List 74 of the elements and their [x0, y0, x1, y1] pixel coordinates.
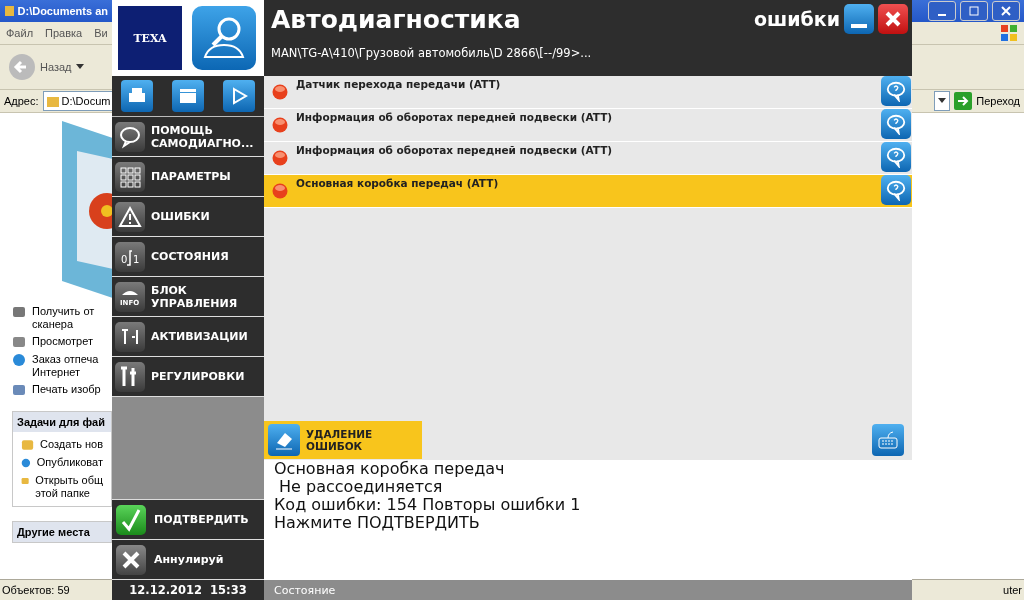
- menu-item[interactable]: Файл: [6, 27, 34, 39]
- address-field[interactable]: D:\Docum: [42, 91, 112, 111]
- tools-icon: [115, 361, 145, 392]
- warning-lamp-icon: [272, 84, 288, 100]
- minimize-icon: [851, 24, 867, 28]
- task-link[interactable]: Печать изобр: [32, 383, 101, 396]
- task-link[interactable]: Заказ отпеча Интернет: [32, 353, 99, 379]
- keyboard-button[interactable]: [872, 424, 904, 456]
- play-button[interactable]: [222, 80, 255, 112]
- help-button[interactable]: [881, 142, 911, 172]
- task-link[interactable]: Просмотрет: [32, 335, 94, 348]
- close-icon: [884, 10, 902, 28]
- task-link[interactable]: Создать нов: [40, 438, 103, 451]
- menu-item[interactable]: Правка: [45, 27, 83, 39]
- printer-button[interactable]: [121, 80, 154, 112]
- panel-heading: Другие места: [13, 522, 111, 542]
- vehicle-path: MAN\TG-A\410\Грузовой автомобиль\D 2866\[--/99>...: [271, 46, 593, 60]
- status-text: Объектов: 59: [2, 584, 70, 596]
- date-time: 12.12.2012 15:33: [129, 583, 247, 597]
- warning-icon: [115, 201, 145, 232]
- error-row[interactable]: Основная коробка передач (ATT): [264, 175, 912, 208]
- speech-bubble-icon: [885, 80, 907, 102]
- warning-lamp-icon: [272, 117, 288, 133]
- help-button[interactable]: [881, 175, 911, 205]
- keyboard-icon: [877, 429, 899, 451]
- logo: TEXA: [118, 6, 182, 70]
- error-row[interactable]: Датчик перехода передачи (ATT): [264, 76, 912, 109]
- address-dropdown[interactable]: [934, 91, 951, 111]
- status-text: uter: [1003, 584, 1022, 596]
- detail-line: Нажмите ПОДТВЕРДИТЬ: [274, 514, 481, 532]
- error-row[interactable]: Информация об оборотах передней подвески (ATT): [264, 142, 912, 175]
- clear-errors-button[interactable]: УДАЛЕНИЕ ОШИБОК: [264, 421, 422, 459]
- speech-bubble-icon: [115, 121, 145, 152]
- caret-icon[interactable]: [75, 64, 84, 70]
- maximize-icon: [969, 6, 979, 16]
- section-title: ошибки: [753, 8, 840, 30]
- switch-icon: 0 1: [115, 241, 145, 272]
- maximize-button[interactable]: [960, 1, 988, 21]
- detail-line: Не рассоединяется: [278, 478, 444, 496]
- caret-icon: [938, 98, 947, 104]
- status-text: Состояние: [274, 583, 336, 597]
- help-button[interactable]: [881, 109, 911, 139]
- warning-lamp-icon: [272, 183, 288, 199]
- app-title: Автодиагностика: [271, 4, 522, 34]
- help-button[interactable]: [881, 76, 911, 106]
- globe-icon: [21, 456, 31, 470]
- menu-item[interactable]: Ви: [94, 27, 108, 39]
- speech-bubble-icon: [885, 146, 907, 168]
- minimize-icon: [938, 13, 946, 16]
- close-button[interactable]: [992, 1, 1020, 21]
- warning-lamp-icon: [272, 150, 288, 166]
- speech-bubble-icon: [885, 113, 907, 135]
- task-link[interactable]: Получить от сканера: [32, 305, 95, 331]
- globe-icon: [12, 353, 26, 367]
- clapperboard-button[interactable]: [172, 80, 204, 112]
- task-link[interactable]: Опубликоват: [36, 456, 103, 469]
- minimize-button[interactable]: [844, 4, 874, 34]
- detail-line: Основная коробка передач: [274, 460, 506, 478]
- go-label[interactable]: Переход: [976, 95, 1020, 107]
- windows-logo-icon: [1000, 24, 1018, 42]
- task-link[interactable]: Открыть общ этой папке: [35, 474, 103, 500]
- grid-icon: [115, 161, 145, 192]
- checkmark-icon: [120, 507, 142, 532]
- detail-line: Код ошибки: 154 Повторы ошибки 1: [274, 496, 582, 514]
- panel-heading: Задачи для фай: [13, 412, 111, 432]
- window-title: D:\Documents an: [17, 5, 108, 17]
- back-label[interactable]: Назад: [40, 61, 72, 73]
- speech-bubble-icon: [885, 179, 907, 201]
- close-button[interactable]: [878, 4, 908, 34]
- error-row[interactable]: Информация об оборотах передней подвески (ATT): [264, 109, 912, 142]
- close-icon: [121, 549, 141, 570]
- close-icon: [1001, 6, 1011, 16]
- address-label: Адрес:: [4, 95, 39, 107]
- minimize-button[interactable]: [928, 1, 956, 21]
